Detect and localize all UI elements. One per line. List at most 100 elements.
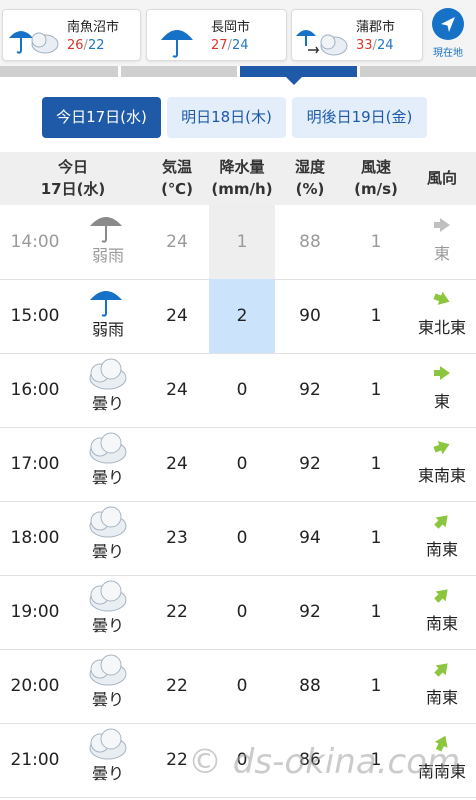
wind-arrow-icon — [433, 441, 450, 455]
wind-direction-cell: 南東 — [408, 575, 476, 649]
wind-speed-cell: 1 — [370, 232, 382, 252]
wind-speed-cell: 1 — [370, 380, 382, 400]
city-card-gamagori[interactable]: 蒲郡市 33/24 — [291, 9, 423, 61]
page-tab-2[interactable] — [121, 66, 237, 77]
weather-cell: 曇り — [70, 427, 146, 501]
city-name: 長岡市 — [211, 20, 251, 35]
wind-arrow-icon — [434, 663, 448, 677]
current-location-button[interactable]: 現在地 — [425, 6, 471, 62]
wind-direction-cell: 東 — [408, 353, 476, 427]
humidity-cell: 88 — [299, 676, 321, 696]
weather-cell: 曇り — [70, 723, 146, 797]
wind-direction-label: 南東 — [425, 540, 458, 559]
active-tab-pointer — [286, 77, 302, 85]
humidity-header-line2: (%) — [295, 180, 325, 198]
city-temps: 26/22 — [67, 38, 104, 53]
table-row: 19:00 曇り 22 0 92 1 南東 — [0, 575, 476, 650]
weather-label: 弱雨 — [91, 320, 124, 339]
low-temp: 24 — [376, 38, 394, 53]
city-bar: 南魚沼市 26/22 長岡市 27/24 蒲郡市 33/24 現在地 — [0, 0, 476, 66]
city-name: 南魚沼市 — [67, 20, 120, 35]
humidity-cell: 88 — [299, 232, 321, 252]
weather-label: 曇り — [91, 542, 124, 561]
weather-cell: 曇り — [70, 353, 146, 427]
humidity-cell: 92 — [299, 602, 321, 622]
precipitation-cell: 0 — [236, 380, 248, 400]
high-temp: 26 — [67, 38, 84, 53]
high-temp: 33 — [356, 38, 373, 53]
city-name: 蒲郡市 — [356, 20, 396, 35]
wind-speed-cell: 1 — [370, 676, 382, 696]
weather-label: 曇り — [91, 394, 124, 413]
weather-label: 曇り — [91, 616, 124, 635]
table-header: 今日 17日(水) 気温 (℃) 降水量 (mm/h) 湿度 (%) 風速 (m/s) 風… — [0, 152, 476, 205]
city-card-nagaoka[interactable]: 長岡市 27/24 — [146, 9, 287, 61]
wind-direction-cell: 南東 — [408, 649, 476, 723]
umbrella-icon — [161, 30, 193, 58]
weather-label: 弱雨 — [91, 246, 124, 265]
weather-cell: 曇り — [70, 649, 146, 723]
page-tab-3[interactable] — [240, 66, 357, 77]
location-arrow-icon — [432, 8, 464, 40]
cloud-icon — [89, 432, 127, 464]
time-cell: 20:00 — [10, 676, 60, 696]
wind-arrow-icon — [434, 218, 450, 232]
rain-cloud-icon — [9, 31, 59, 54]
page-tab-1[interactable] — [0, 66, 118, 77]
humidity-cell: 92 — [299, 380, 321, 400]
humidity-cell: 90 — [299, 306, 321, 326]
temperature-cell: 24 — [166, 306, 188, 326]
time-cell: 21:00 — [10, 750, 60, 770]
day-tab-tomorrow[interactable]: 明日18日(木) — [167, 97, 286, 138]
cloud-icon — [89, 506, 127, 538]
low-temp: 24 — [231, 38, 249, 53]
wind-direction-label: 南東 — [425, 688, 458, 707]
rain-header-line2: (mm/h) — [211, 180, 273, 198]
precipitation-cell: 1 — [209, 205, 275, 279]
rain-header-line1: 降水量 — [219, 158, 265, 176]
weather-label: 曇り — [91, 468, 124, 487]
humidity-header: 湿度 (%) — [276, 152, 344, 205]
time-cell: 18:00 — [10, 528, 60, 548]
wind-direction-cell: 南東 — [408, 501, 476, 575]
table-row: 20:00 曇り 22 0 88 1 南東 — [0, 649, 476, 724]
watermark: © ds-okina.com — [188, 742, 461, 782]
weather-cell: 曇り — [70, 575, 146, 649]
day-tab-today[interactable]: 今日17日(水) — [42, 97, 161, 138]
table-row: 14:00 弱雨 24 1 88 1 東 — [0, 205, 476, 280]
day-tab-day-after[interactable]: 明後日19日(金) — [292, 97, 427, 138]
temperature-cell: 24 — [166, 232, 188, 252]
wind-direction-label: 東 — [433, 244, 450, 263]
city-temps: 27/24 — [211, 38, 248, 53]
cloud-icon — [89, 580, 127, 612]
city-card-minamiuonuma[interactable]: 南魚沼市 26/22 — [2, 9, 141, 61]
weather-cell: 弱雨 — [70, 279, 146, 353]
wind-speed-cell: 1 — [370, 602, 382, 622]
wind-direction-label: 東 — [433, 392, 450, 411]
humidity-cell: 92 — [299, 454, 321, 474]
page-tab-strip — [0, 66, 476, 85]
precipitation-cell: 0 — [236, 454, 248, 474]
weather-cell: 曇り — [70, 501, 146, 575]
wind-arrow-icon — [433, 291, 450, 305]
wind-direction-cell: 東 — [408, 205, 476, 279]
table-row: 15:00 弱雨 24 2 90 1 東北東 — [0, 279, 476, 354]
wind-arrow-icon — [434, 366, 450, 380]
precipitation-cell: 2 — [209, 279, 275, 353]
wind-speed-cell: 1 — [370, 528, 382, 548]
time-cell: 16:00 — [10, 380, 60, 400]
page-tab-4[interactable] — [360, 66, 476, 77]
date-header-line2: 17日(水) — [40, 180, 106, 198]
date-header-line1: 今日 — [57, 158, 88, 176]
temp-header-line1: 気温 — [161, 158, 192, 176]
wind-speed-cell: 1 — [370, 454, 382, 474]
cloud-icon — [89, 358, 127, 390]
umbrella-icon — [90, 217, 122, 243]
weather-cell: 弱雨 — [70, 205, 146, 279]
cloud-icon — [89, 654, 127, 686]
precipitation-cell: 0 — [236, 602, 248, 622]
wind-arrow-icon — [434, 589, 448, 603]
temp-header: 気温 (℃) — [146, 152, 208, 205]
temperature-cell: 24 — [166, 454, 188, 474]
temperature-cell: 24 — [166, 380, 188, 400]
